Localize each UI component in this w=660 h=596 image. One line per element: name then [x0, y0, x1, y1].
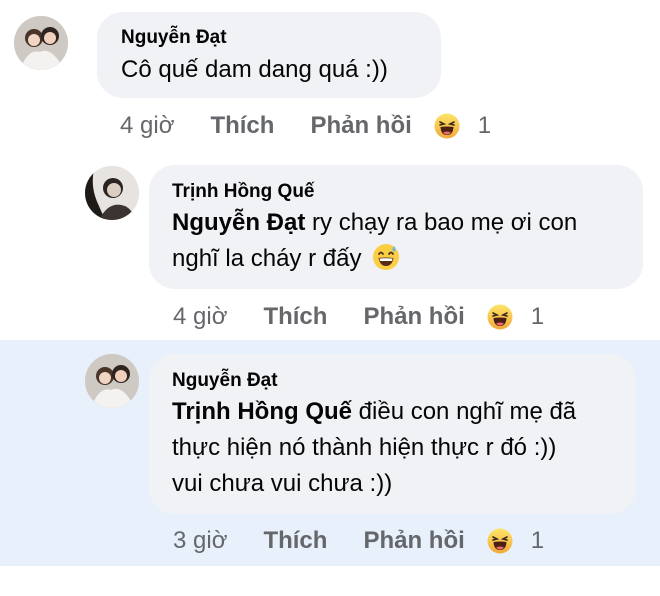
- like-button[interactable]: Thích: [263, 527, 327, 555]
- comment-text-line1: điều con nghĩ mẹ đã: [352, 398, 577, 425]
- reaction-count[interactable]: 1: [531, 303, 544, 331]
- comment-3-highlighted: Nguyễn Đạt Trịnh Hồng Quế điều con nghĩ …: [0, 340, 660, 566]
- like-button[interactable]: Thích: [210, 112, 274, 140]
- grinning-sweat-emoji-icon: [372, 243, 400, 271]
- comment-text-line3: vui chưa vui chưa :)): [172, 470, 393, 497]
- comment-text: Nguyễn Đạt ry chạy ra bao mẹ ơi con nghĩ…: [172, 205, 632, 277]
- comment-author[interactable]: Nguyễn Đạt: [121, 27, 227, 49]
- comment-text: Cô quế dam dang quá :)): [121, 56, 388, 83]
- mention-link[interactable]: Trịnh Hồng Quế: [172, 398, 352, 425]
- comment-1: Nguyễn Đạt Cô quế dam dang quá :)) 4 giờ…: [0, 0, 660, 152]
- reply-button[interactable]: Phản hồi: [310, 112, 411, 140]
- avatar[interactable]: [14, 16, 68, 70]
- comment-time[interactable]: 4 giờ: [120, 112, 174, 140]
- comment-text: Trịnh Hồng Quế điều con nghĩ mẹ đã thực …: [172, 394, 627, 502]
- reaction-count[interactable]: 1: [531, 527, 544, 555]
- mention-link[interactable]: Nguyễn Đạt: [172, 209, 305, 236]
- comment-bubble: Nguyễn Đạt Trịnh Hồng Quế điều con nghĩ …: [149, 354, 636, 514]
- comment-bubble: Trịnh Hồng Quế Nguyễn Đạt ry chạy ra bao…: [149, 165, 643, 289]
- comment-time[interactable]: 3 giờ: [173, 527, 227, 555]
- avatar[interactable]: [85, 354, 139, 408]
- comment-actions: 4 giờ Thích Phản hồi 1: [120, 111, 491, 141]
- comment-2: Trịnh Hồng Quế Nguyễn Đạt ry chạy ra bao…: [0, 152, 660, 340]
- comment-text-line2: thực hiện nó thành hiện thực r đó :)): [172, 434, 557, 461]
- haha-emoji-icon[interactable]: [434, 113, 460, 139]
- reply-button[interactable]: Phản hồi: [363, 303, 464, 331]
- comment-actions: 3 giờ Thích Phản hồi 1: [173, 526, 544, 556]
- like-button[interactable]: Thích: [263, 303, 327, 331]
- haha-emoji-icon[interactable]: [487, 528, 513, 554]
- haha-emoji-icon[interactable]: [487, 304, 513, 330]
- comment-text-line1: ry chạy ra bao mẹ ơi con: [305, 209, 578, 236]
- comment-bubble: Nguyễn Đạt Cô quế dam dang quá :)): [97, 12, 441, 98]
- comment-text-line2: nghĩ la cháy r đấy: [172, 245, 362, 272]
- comment-author[interactable]: Nguyễn Đạt: [172, 370, 278, 392]
- comment-author[interactable]: Trịnh Hồng Quế: [172, 181, 315, 203]
- reaction-count[interactable]: 1: [478, 112, 491, 140]
- avatar[interactable]: [85, 166, 139, 220]
- reply-button[interactable]: Phản hồi: [363, 527, 464, 555]
- comment-time[interactable]: 4 giờ: [173, 303, 227, 331]
- comment-actions: 4 giờ Thích Phản hồi 1: [173, 302, 544, 332]
